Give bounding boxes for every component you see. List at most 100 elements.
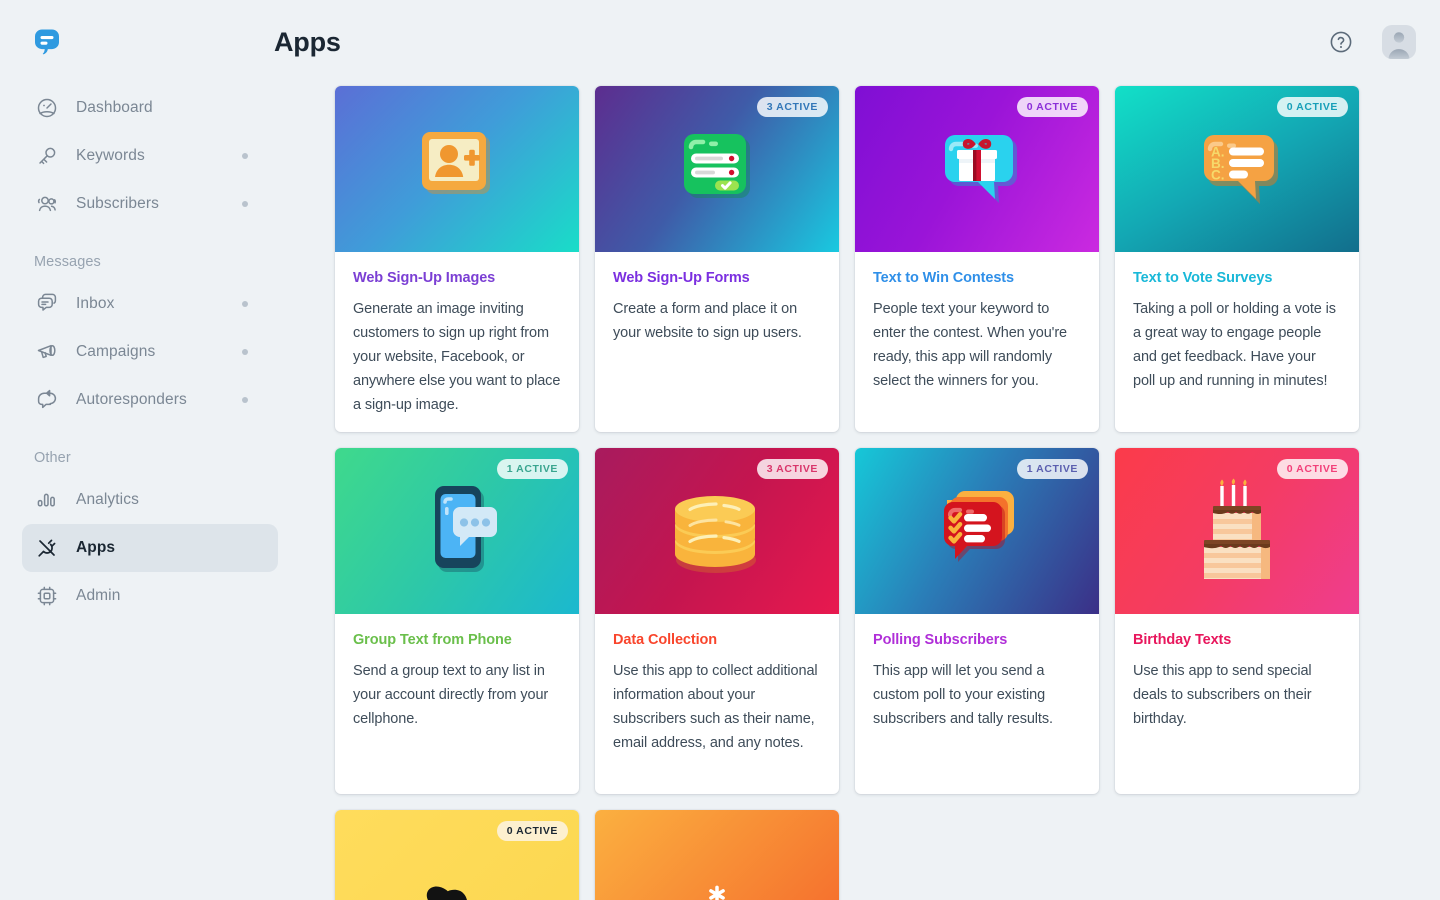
help-icon[interactable] [1328, 29, 1354, 55]
checklist-bubble-icon [944, 491, 1014, 562]
card-body: Text to Win Contests People text your ke… [855, 252, 1099, 393]
sidebar-item-inbox[interactable]: Inbox [22, 280, 278, 328]
status-badge: 0 ACTIVE [1276, 459, 1348, 479]
page-title: Apps [274, 26, 341, 57]
card-body: Birthday Texts Use this app to send spec… [1115, 614, 1359, 731]
app-card-web-sign-up-images[interactable]: Web Sign-Up Images Generate an image inv… [335, 86, 579, 432]
card-description: Use this app to send special deals to su… [1133, 663, 1312, 727]
birthday-cake-icon [1203, 478, 1270, 579]
notification-dot [242, 349, 248, 355]
mailchimp-logo-icon [426, 886, 467, 900]
sidebar-item-label: Apps [76, 539, 116, 556]
card-description: Send a group text to any list in your ac… [353, 663, 549, 727]
card-body: Web Sign-Up Forms Create a form and plac… [595, 252, 839, 345]
card-body: Group Text from Phone Send a group text … [335, 614, 579, 731]
notification-dot [242, 201, 248, 207]
sidebar-item-analytics[interactable]: Analytics [22, 476, 278, 524]
key-icon [34, 143, 60, 169]
card-artwork: 3 ACTIVE [595, 448, 839, 614]
status-badge: 3 ACTIVE [756, 459, 828, 479]
app-card-group-text-from-phone[interactable]: 1 ACTIVE Group Text from Phone Send a gr… [335, 448, 579, 794]
svg-text:C.: C. [1211, 168, 1225, 183]
card-title: Text to Win Contests [873, 270, 1014, 286]
card-title: Web Sign-Up Forms [613, 270, 750, 286]
app-card-mailchimp[interactable]: 0 ACTIVE [335, 810, 579, 900]
card-artwork: 1 ACTIVE [855, 448, 1099, 614]
sidebar-section-messages: Messages [34, 254, 101, 270]
sidebar-item-label: Inbox [76, 295, 115, 312]
sidebar-item-label: Analytics [76, 491, 139, 508]
app-card-data-collection[interactable]: 3 ACTIVE Data Collection Use this app to… [595, 448, 839, 794]
sidebar-item-label: Keywords [76, 147, 145, 164]
speech-bubble-logo-icon [35, 29, 59, 55]
chat-icon [34, 291, 60, 317]
card-body: Text to Vote Surveys Taking a poll or ho… [1115, 252, 1359, 393]
plug-icon [34, 535, 60, 561]
sidebar-item-subscribers[interactable]: Subscribers [22, 180, 278, 228]
sidebar-item-label: Subscribers [76, 195, 159, 212]
sidebar-item-campaigns[interactable]: Campaigns [22, 328, 278, 376]
apps-grid: Web Sign-Up Images Generate an image inv… [300, 84, 1440, 900]
card-description: Generate an image inviting customers to … [353, 301, 561, 413]
app-card-text-to-vote-surveys[interactable]: 0 ACTIVE A. B. C. Text to Vote Surveys T… [1115, 86, 1359, 432]
notification-dot [242, 153, 248, 159]
photo-add-person-icon [422, 132, 490, 194]
card-title: Web Sign-Up Images [353, 270, 496, 286]
sidebar-item-admin[interactable]: Admin [22, 572, 278, 620]
bar-chart-icon [34, 487, 60, 513]
card-artwork: 3 ACTIVE [595, 86, 839, 252]
card-artwork [335, 86, 579, 252]
card-title: Data Collection [613, 632, 718, 648]
card-title: Text to Vote Surveys [1133, 270, 1273, 286]
sidebar: Dashboard Keywords Subscribers Messages … [0, 0, 300, 900]
status-badge: 1 ACTIVE [1016, 459, 1088, 479]
app-card-zapier[interactable]: zapier [595, 810, 839, 900]
sidebar-item-label: Autoresponders [76, 391, 187, 408]
sidebar-section-other: Other [34, 450, 71, 466]
card-artwork: 0 ACTIVE [855, 86, 1099, 252]
gift-bubble-icon [945, 135, 1017, 203]
sidebar-item-dashboard[interactable]: Dashboard [22, 84, 278, 132]
people-icon [34, 191, 60, 217]
card-artwork: 0 ACTIVE [1115, 448, 1359, 614]
card-artwork: 1 ACTIVE [335, 448, 579, 614]
card-body: Data Collection Use this app to collect … [595, 614, 839, 755]
chip-icon [34, 583, 60, 609]
zapier-logo-icon: zapier [709, 885, 725, 900]
card-description: Taking a poll or holding a vote is a gre… [1133, 301, 1336, 389]
app-card-text-to-win-contests[interactable]: 0 ACTIVE Text to Win Contests People tex… [855, 86, 1099, 432]
notification-dot [242, 301, 248, 307]
main-content: Apps Web Sign-Up Images Generate an imag… [274, 0, 1440, 900]
card-body: Web Sign-Up Images Generate an image inv… [335, 252, 579, 417]
card-artwork: 0 ACTIVE [335, 810, 579, 900]
card-title: Birthday Texts [1133, 632, 1232, 648]
card-body: Polling Subscribers This app will let yo… [855, 614, 1099, 731]
card-description: Create a form and place it on your websi… [613, 301, 802, 341]
form-checkmark-icon [684, 134, 750, 198]
abc-poll-bubble-icon: A. B. C. [1204, 135, 1278, 204]
card-title: Polling Subscribers [873, 632, 1008, 648]
card-description: This app will let you send a custom poll… [873, 663, 1053, 727]
phone-chat-icon [435, 486, 497, 572]
app-card-polling-subscribers[interactable]: 1 ACTIVE Polling Subscribers This app wi… [855, 448, 1099, 794]
gauge-icon [34, 95, 60, 121]
card-artwork: 0 ACTIVE A. B. C. [1115, 86, 1359, 252]
status-badge: 0 ACTIVE [1276, 97, 1348, 117]
reply-icon [34, 387, 60, 413]
sidebar-item-apps[interactable]: Apps [22, 524, 278, 572]
app-card-web-sign-up-forms[interactable]: 3 ACTIVE Web Sign-Up Forms Create a form… [595, 86, 839, 432]
sidebar-item-autoresponders[interactable]: Autoresponders [22, 376, 278, 424]
notification-dot [242, 397, 248, 403]
status-badge: 0 ACTIVE [1016, 97, 1088, 117]
status-badge: 0 ACTIVE [496, 821, 568, 841]
topbar-actions [1328, 25, 1416, 59]
sidebar-item-label: Campaigns [76, 343, 156, 360]
app-card-birthday-texts[interactable]: 0 ACTIVE Birthday Texts Use this app to … [1115, 448, 1359, 794]
sidebar-item-label: Dashboard [76, 99, 153, 116]
avatar[interactable] [1382, 25, 1416, 59]
sidebar-item-keywords[interactable]: Keywords [22, 132, 278, 180]
user-avatar-icon [1388, 32, 1410, 59]
brand-logo[interactable] [0, 0, 300, 84]
card-title: Group Text from Phone [353, 632, 512, 648]
megaphone-icon [34, 339, 60, 365]
